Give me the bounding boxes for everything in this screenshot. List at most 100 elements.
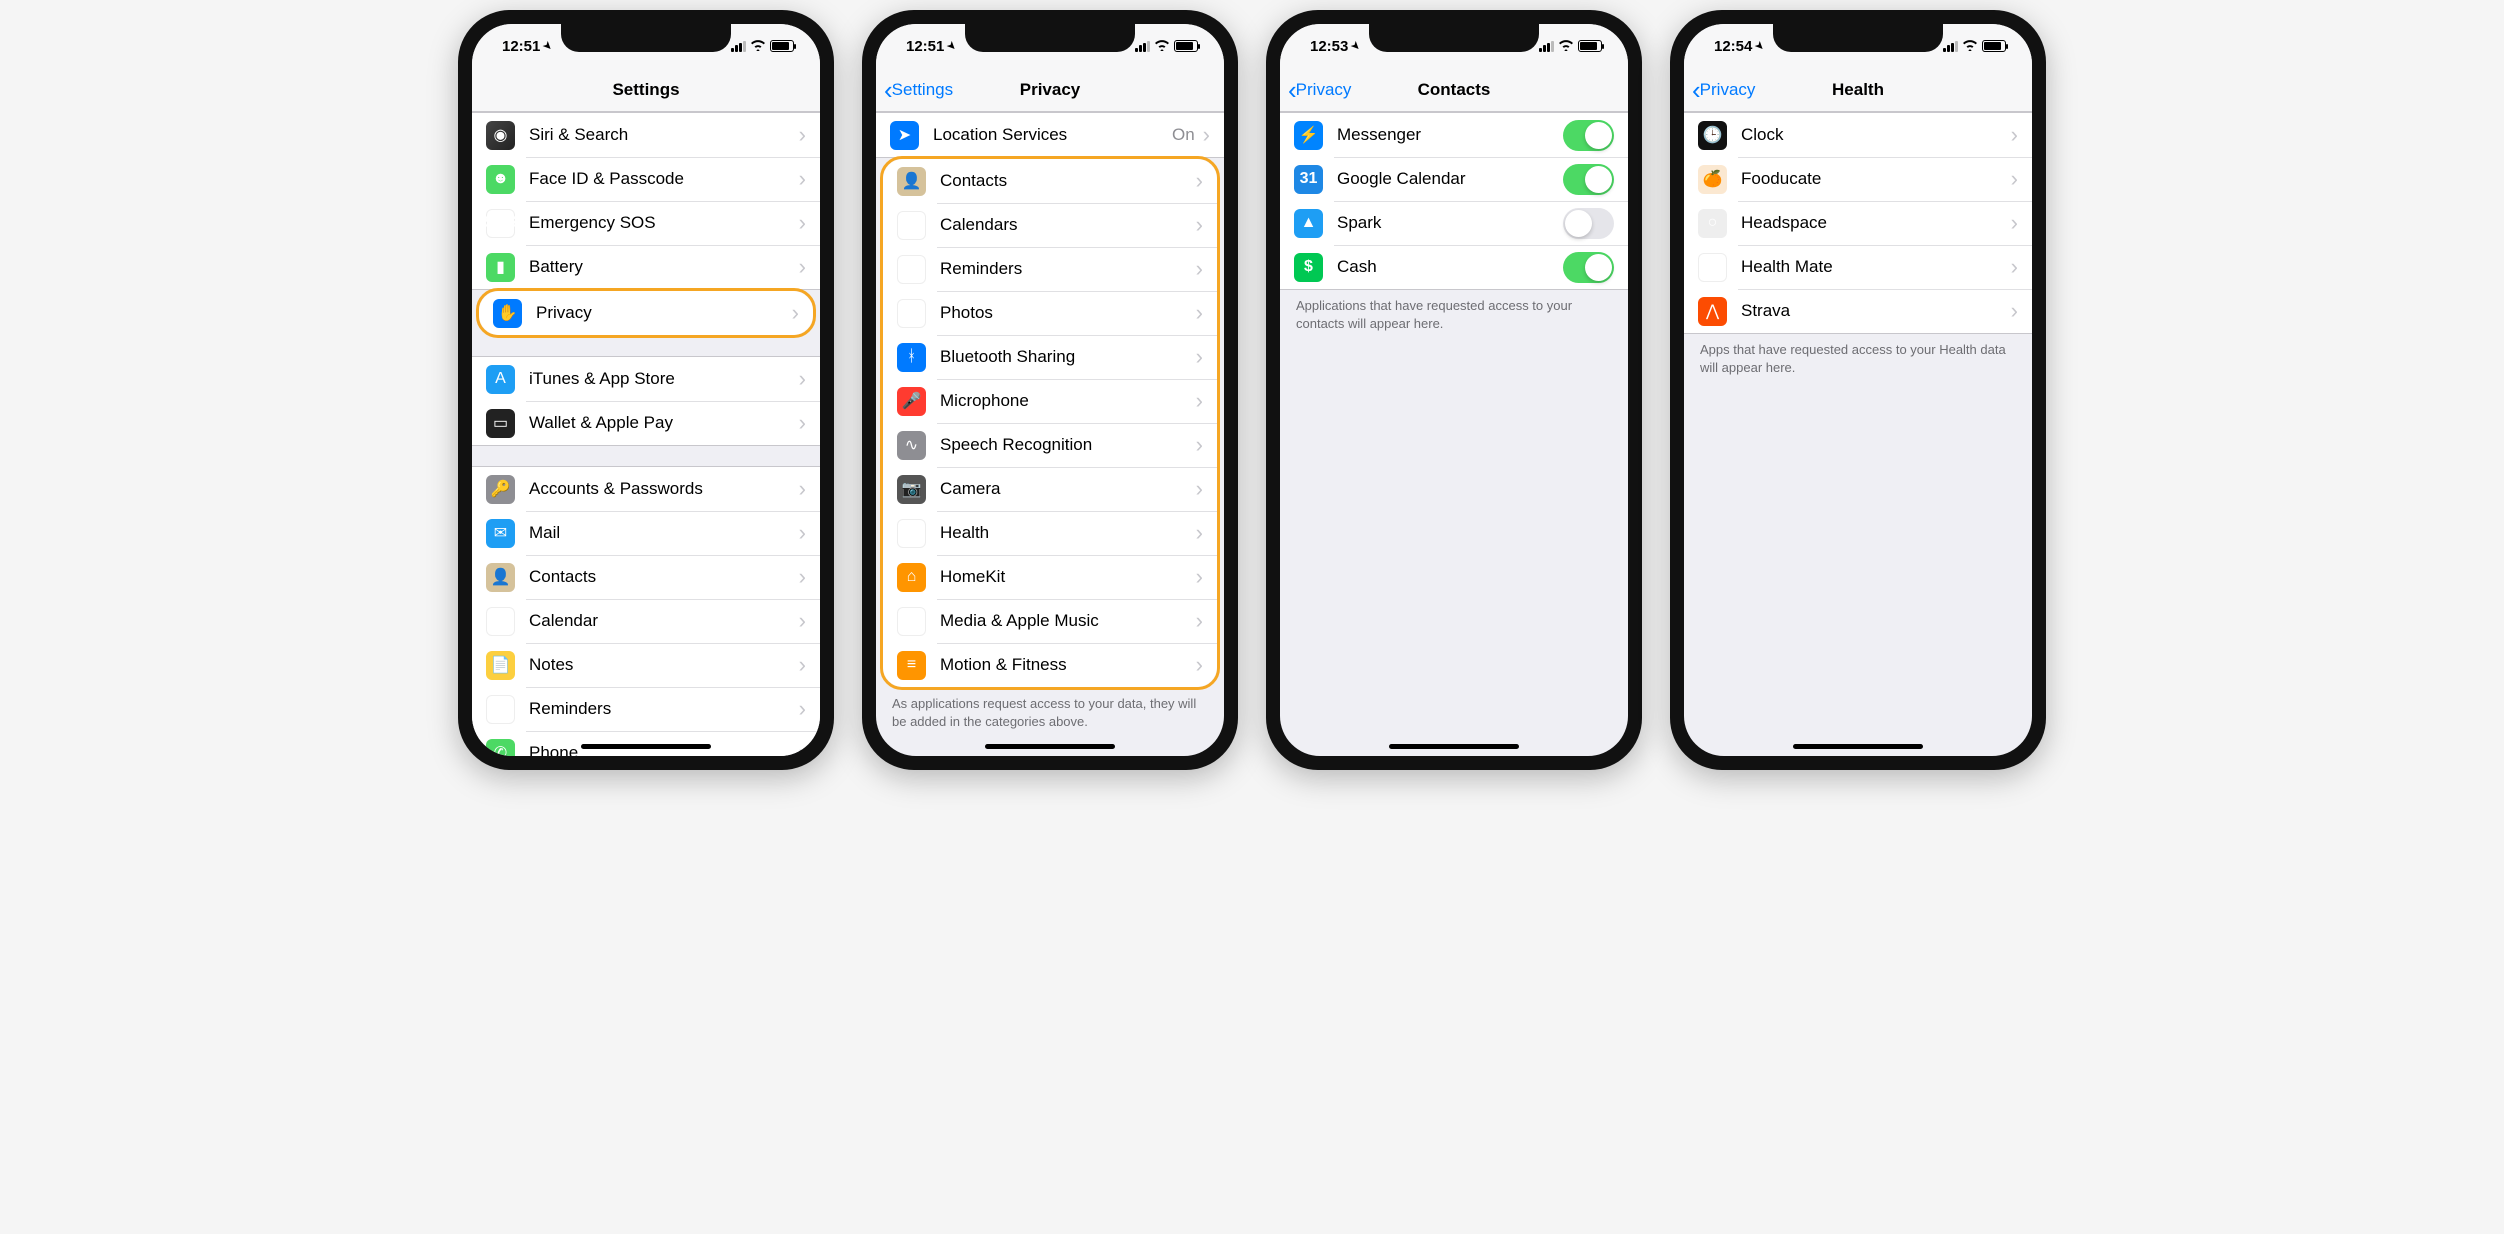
screen: 12:54 ➤ ‹ Privacy Health 🕒 Clock › 🍊 Foo… <box>1684 24 2032 756</box>
chevron-right-icon: › <box>1196 434 1203 456</box>
home-indicator[interactable] <box>985 744 1115 749</box>
spark-icon: ▲ <box>1294 209 1323 238</box>
row-detail: On <box>1172 125 1195 145</box>
home-icon: ⌂ <box>897 563 926 592</box>
phone-frame: 12:51 ➤ ‹ Settings Privacy ➤ Location Se… <box>862 10 1238 770</box>
row-label: Google Calendar <box>1337 169 1563 189</box>
row-app-messenger[interactable]: ⚡ Messenger <box>1280 113 1628 157</box>
row-label: Health Mate <box>1741 257 2011 277</box>
settings-group: 👤 Contacts › Calendars › ⋮ Reminders › ❀… <box>880 156 1220 690</box>
status-time: 12:54 <box>1714 38 1752 55</box>
toggle-switch[interactable] <box>1563 252 1614 283</box>
back-button[interactable]: ‹ Settings <box>884 77 953 103</box>
row-emergency-sos[interactable]: SOS Emergency SOS › <box>472 201 820 245</box>
scroll-content[interactable]: ➤ Location Services On› 👤 Contacts › Cal… <box>876 112 1224 756</box>
row-location-services[interactable]: ➤ Location Services On› <box>876 113 1224 157</box>
chevron-right-icon: › <box>792 302 799 324</box>
row-mail[interactable]: ✉ Mail › <box>472 511 820 555</box>
notch <box>965 24 1135 52</box>
signal-icon <box>1135 41 1150 52</box>
contacts-icon: 👤 <box>486 563 515 592</box>
screen: 12:51 ➤ Settings ◉ Siri & Search › ☻ Fac… <box>472 24 820 756</box>
row-app-cash[interactable]: $ Cash <box>1280 245 1628 289</box>
row-accounts-passwords[interactable]: 🔑 Accounts & Passwords › <box>472 467 820 511</box>
row-contacts-settings[interactable]: 👤 Contacts › <box>472 555 820 599</box>
row-label: Mail <box>529 523 799 543</box>
settings-list: ➤ Location Services On› <box>876 112 1224 158</box>
headspace-icon: ○ <box>1698 209 1727 238</box>
wifi-icon <box>750 38 766 54</box>
row-label: Media & Apple Music <box>940 611 1196 631</box>
settings-group: ⚡ Messenger 31 Google Calendar ▲ Spark $… <box>1280 112 1628 290</box>
row-siri-search[interactable]: ◉ Siri & Search › <box>472 113 820 157</box>
row-label: Health <box>940 523 1196 543</box>
row-health[interactable]: ♥ Health › <box>883 511 1217 555</box>
row-app-spark[interactable]: ▲ Spark <box>1280 201 1628 245</box>
row-contacts[interactable]: 👤 Contacts › <box>883 159 1217 203</box>
chevron-right-icon: › <box>1196 610 1203 632</box>
home-indicator[interactable] <box>1793 744 1923 749</box>
row-speech-recognition[interactable]: ∿ Speech Recognition › <box>883 423 1217 467</box>
row-bluetooth-sharing[interactable]: ᚼ Bluetooth Sharing › <box>883 335 1217 379</box>
settings-group: ✋ Privacy › <box>476 288 816 338</box>
row-itunes-app-store[interactable]: A iTunes & App Store › <box>472 357 820 401</box>
camera-icon: 📷 <box>897 475 926 504</box>
row-homekit[interactable]: ⌂ HomeKit › <box>883 555 1217 599</box>
row-privacy[interactable]: ✋ Privacy › <box>479 291 813 335</box>
row-wallet-apple-pay[interactable]: ▭ Wallet & Apple Pay › <box>472 401 820 445</box>
chevron-right-icon: › <box>2011 300 2018 322</box>
settings-group: ➤ Location Services On› <box>876 112 1224 158</box>
row-photos[interactable]: ❀ Photos › <box>883 291 1217 335</box>
row-label: Accounts & Passwords <box>529 479 799 499</box>
back-button[interactable]: ‹ Privacy <box>1692 77 1755 103</box>
row-app-clock[interactable]: 🕒 Clock › <box>1684 113 2032 157</box>
row-label: Photos <box>940 303 1196 323</box>
phone-frame: 12:51 ➤ Settings ◉ Siri & Search › ☻ Fac… <box>458 10 834 770</box>
row-app-fooducate[interactable]: 🍊 Fooducate › <box>1684 157 2032 201</box>
row-app-headspace[interactable]: ○ Headspace › <box>1684 201 2032 245</box>
row-app-health-mate[interactable]: ♥ Health Mate › <box>1684 245 2032 289</box>
back-button[interactable]: ‹ Privacy <box>1288 77 1351 103</box>
location-indicator-icon: ➤ <box>1349 39 1363 53</box>
battery-icon: ▮ <box>486 253 515 282</box>
nav-bar: ‹ Privacy Health <box>1684 68 2032 112</box>
row-label: Wallet & Apple Pay <box>529 413 799 433</box>
chevron-right-icon: › <box>799 168 806 190</box>
row-face-id-passcode[interactable]: ☻ Face ID & Passcode › <box>472 157 820 201</box>
row-media-apple-music[interactable]: ♪ Media & Apple Music › <box>883 599 1217 643</box>
toggle-switch[interactable] <box>1563 208 1614 239</box>
scroll-content[interactable]: 🕒 Clock › 🍊 Fooducate › ○ Headspace › ♥ … <box>1684 112 2032 756</box>
settings-group: 🔑 Accounts & Passwords › ✉ Mail › 👤 Cont… <box>472 466 820 756</box>
row-motion-fitness[interactable]: ≡ Motion & Fitness › <box>883 643 1217 687</box>
settings-list: ◉ Siri & Search › ☻ Face ID & Passcode ›… <box>472 112 820 290</box>
row-reminders-settings[interactable]: ☰ Reminders › <box>472 687 820 731</box>
toggle-switch[interactable] <box>1563 120 1614 151</box>
row-reminders[interactable]: ⋮ Reminders › <box>883 247 1217 291</box>
row-battery[interactable]: ▮ Battery › <box>472 245 820 289</box>
row-microphone[interactable]: 🎤 Microphone › <box>883 379 1217 423</box>
location-indicator-icon: ➤ <box>541 39 555 53</box>
bluetooth-icon: ᚼ <box>897 343 926 372</box>
home-indicator[interactable] <box>1389 744 1519 749</box>
row-label: Notes <box>529 655 799 675</box>
scroll-content[interactable]: ⚡ Messenger 31 Google Calendar ▲ Spark $… <box>1280 112 1628 756</box>
mail-icon: ✉ <box>486 519 515 548</box>
row-calendar[interactable]: Calendar › <box>472 599 820 643</box>
home-indicator[interactable] <box>581 744 711 749</box>
wifi-icon <box>1962 38 1978 54</box>
chevron-right-icon: › <box>799 212 806 234</box>
row-notes[interactable]: 📄 Notes › <box>472 643 820 687</box>
scroll-content[interactable]: ◉ Siri & Search › ☻ Face ID & Passcode ›… <box>472 112 820 756</box>
siri-icon: ◉ <box>486 121 515 150</box>
chevron-right-icon: › <box>1196 170 1203 192</box>
chevron-right-icon: › <box>1196 390 1203 412</box>
row-app-strava[interactable]: ⋀ Strava › <box>1684 289 2032 333</box>
notes-icon: 📄 <box>486 651 515 680</box>
wallet-icon: ▭ <box>486 409 515 438</box>
row-calendars[interactable]: Calendars › <box>883 203 1217 247</box>
phone-frame: 12:54 ➤ ‹ Privacy Health 🕒 Clock › 🍊 Foo… <box>1670 10 2046 770</box>
toggle-switch[interactable] <box>1563 164 1614 195</box>
strava-icon: ⋀ <box>1698 297 1727 326</box>
row-camera[interactable]: 📷 Camera › <box>883 467 1217 511</box>
row-app-google-calendar[interactable]: 31 Google Calendar <box>1280 157 1628 201</box>
